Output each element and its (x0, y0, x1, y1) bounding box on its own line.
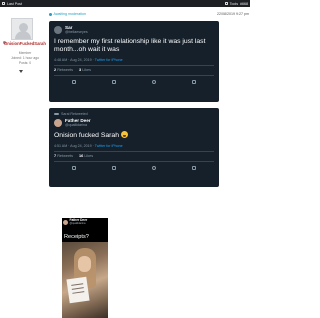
moderation-label: Awaiting moderation (53, 12, 87, 16)
tweet-actions (54, 165, 214, 171)
image-caption: Receipts? (64, 234, 89, 240)
chevron-down-icon[interactable] (19, 70, 23, 73)
last-post-link[interactable]: Last Post (7, 2, 22, 6)
tweet-author-handle[interactable]: @bellaeseyes (65, 30, 88, 34)
tools-icon[interactable] (224, 2, 228, 5)
tweet-author-avatar[interactable] (54, 118, 62, 127)
tweet-source[interactable]: Twitter for iPhone (95, 58, 123, 62)
like-count[interactable]: 16 Likes (79, 154, 93, 158)
tweet-timestamp: 4:48 AM · Aug 24, 2019 · Twitter for iPh… (54, 58, 123, 62)
retweet-count[interactable]: 7 Retweets (54, 154, 73, 158)
user-joined: Joined: 1 hour ago (10, 56, 40, 60)
photo-face (78, 256, 91, 272)
embedded-tweet[interactable]: Sarai Retweeted Father Deer @quallidarin… (49, 108, 219, 187)
last-post-icon[interactable] (2, 2, 5, 5)
embedded-tweet[interactable]: Sar @bellaeseyes I remember my first rel… (49, 21, 219, 102)
post-date: 22/08/2019 9:27 pm (217, 12, 249, 16)
tweet-source[interactable]: Twitter for iPhone (95, 144, 123, 148)
tweet-author-handle[interactable]: @quallidarina (65, 123, 91, 127)
avatar[interactable] (11, 18, 33, 40)
retweet-context: Sarai Retweeted (54, 112, 214, 116)
share-icon[interactable] (192, 165, 196, 170)
face-emoji-icon (120, 131, 128, 138)
tweet-actions (54, 79, 214, 85)
like-icon[interactable] (152, 79, 156, 84)
tweet-time[interactable]: 4:48 AM · Aug 24, 2019 (54, 58, 92, 62)
forum-top-bar: Last Post Tools #668 (0, 0, 250, 7)
tools-button[interactable]: Tools (230, 2, 238, 6)
moderation-status: Awaiting moderation (49, 12, 86, 16)
username-link[interactable]: OnisionFuckedSarah (4, 41, 46, 46)
like-icon[interactable] (152, 165, 156, 170)
user-title: Member (18, 51, 32, 55)
image-author-handle: @quallidarina (69, 222, 86, 226)
retweet-icon[interactable] (112, 165, 116, 170)
tweet-text: Onision fucked Sarah (54, 131, 214, 140)
tweet-text: I remember my first relationship like it… (54, 38, 206, 53)
reply-icon[interactable] (72, 79, 76, 84)
image-header: Father Deer @quallidarina (63, 218, 87, 226)
retweet-count[interactable]: 2 Retweets (54, 68, 73, 72)
user-posts: Posts: 0 (18, 61, 32, 65)
tweet-time[interactable]: 4:51 AM · Aug 24, 2019 (54, 144, 92, 148)
share-icon[interactable] (192, 79, 196, 84)
like-count[interactable]: 3 Likes (79, 68, 91, 72)
tweet-timestamp: 4:51 AM · Aug 24, 2019 · Twitter for iPh… (54, 144, 123, 148)
tweet-stats: 7 Retweets 16 Likes (54, 154, 214, 158)
retweeted-by[interactable]: Sarai Retweeted (61, 112, 88, 116)
clock-icon (49, 12, 52, 16)
retweet-icon[interactable] (112, 79, 116, 84)
handwritten-sign (66, 276, 90, 304)
post-number[interactable]: #668 (240, 2, 248, 6)
reply-icon[interactable] (72, 165, 76, 170)
image-author-avatar (63, 219, 68, 225)
avatar-body (15, 31, 31, 39)
tweet-stats: 2 Retweets 3 Likes (54, 68, 214, 72)
tweet-author-avatar[interactable] (54, 25, 62, 34)
post-header: Awaiting moderation 22/08/2019 9:27 pm (49, 11, 249, 17)
retweet-icon (54, 112, 59, 116)
attached-image[interactable]: Father Deer @quallidarina Receipts? (62, 218, 108, 318)
